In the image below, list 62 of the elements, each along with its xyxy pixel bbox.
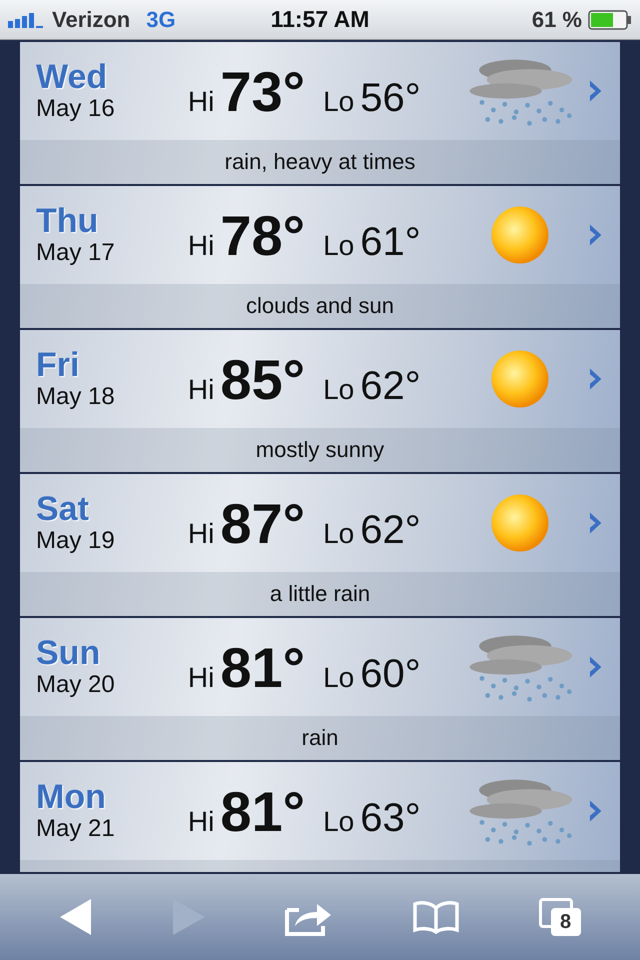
date-label: May 16 [36,95,116,123]
signal-icon [8,12,46,28]
hi-label: Hi [188,662,214,694]
lo-label: Lo [323,230,354,262]
hi-label: Hi [188,806,214,838]
day-name: Mon [36,779,107,815]
low-temperature: 61° [360,220,421,264]
carrier-name: Verizon [52,6,130,32]
high-temperature: 73° [220,58,306,124]
back-button[interactable] [59,898,94,936]
lo-label: Lo [323,806,354,838]
day-name: Sun [36,635,102,671]
low-temperature: 62° [360,508,421,552]
chevron-icon [588,655,602,679]
low-temperature: 60° [360,652,421,696]
day-name: Thu [36,203,100,239]
high-temperature: 81° [220,634,306,700]
high-temperature: 85° [220,346,306,412]
bookmarks-button[interactable] [412,900,460,934]
battery-icon [588,10,632,30]
day-name: Fri [36,347,80,383]
high-temperature: 87° [220,490,306,556]
condition-text: rain [302,725,338,751]
date-label: May 19 [36,527,116,555]
day-name: Sat [36,491,90,527]
hi-label: Hi [188,374,214,406]
date-label: May 17 [36,239,116,267]
high-temperature: 78° [220,202,306,268]
hi-label: Hi [188,518,214,550]
date-label: May 18 [36,383,116,411]
lo-label: Lo [323,518,354,550]
low-temperature: 62° [360,364,421,408]
condition-text: mostly sunny [256,437,384,463]
forecast-card[interactable]: Sat May 19 Hi 87° Lo 62° a little rain [20,474,620,616]
chevron-icon [588,79,602,103]
condition-text: a little rain [270,581,370,607]
battery-percent: 61 % [532,6,582,32]
chevron-icon [588,799,602,823]
forecast-card[interactable]: Thu May 17 Hi 78° Lo 61° clouds and sun [20,186,620,328]
forecast-card[interactable]: Mon May 21 Hi 81° Lo 63° [20,762,620,872]
lo-label: Lo [323,662,354,694]
date-label: May 21 [36,815,116,843]
chevron-icon [588,511,602,535]
forecast-card[interactable]: Fri May 18 Hi 85° Lo 62° mostly sunny [20,330,620,472]
network-type: 3G [146,6,176,32]
low-temperature: 63° [360,796,421,840]
chevron-icon [588,367,602,391]
condition-text: rain, heavy at times [224,149,416,175]
date-label: May 20 [36,671,116,699]
lo-label: Lo [323,86,354,118]
tab-count: 8 [550,908,581,936]
day-name: Wed [36,59,108,95]
forecast-card[interactable]: Sun May 20 Hi 81° Lo 60° rain [20,618,620,760]
low-temperature: 56° [360,76,421,120]
hi-label: Hi [188,86,214,118]
condition-text: clouds and sun [246,293,394,319]
hi-label: Hi [188,230,214,262]
clock: 11:57 AM [270,6,370,33]
chevron-icon [588,223,602,247]
lo-label: Lo [323,374,354,406]
high-temperature: 81° [220,778,306,844]
forecast-card[interactable]: Wed May 16 Hi 73° Lo 56° rain, heavy at times [20,42,620,184]
